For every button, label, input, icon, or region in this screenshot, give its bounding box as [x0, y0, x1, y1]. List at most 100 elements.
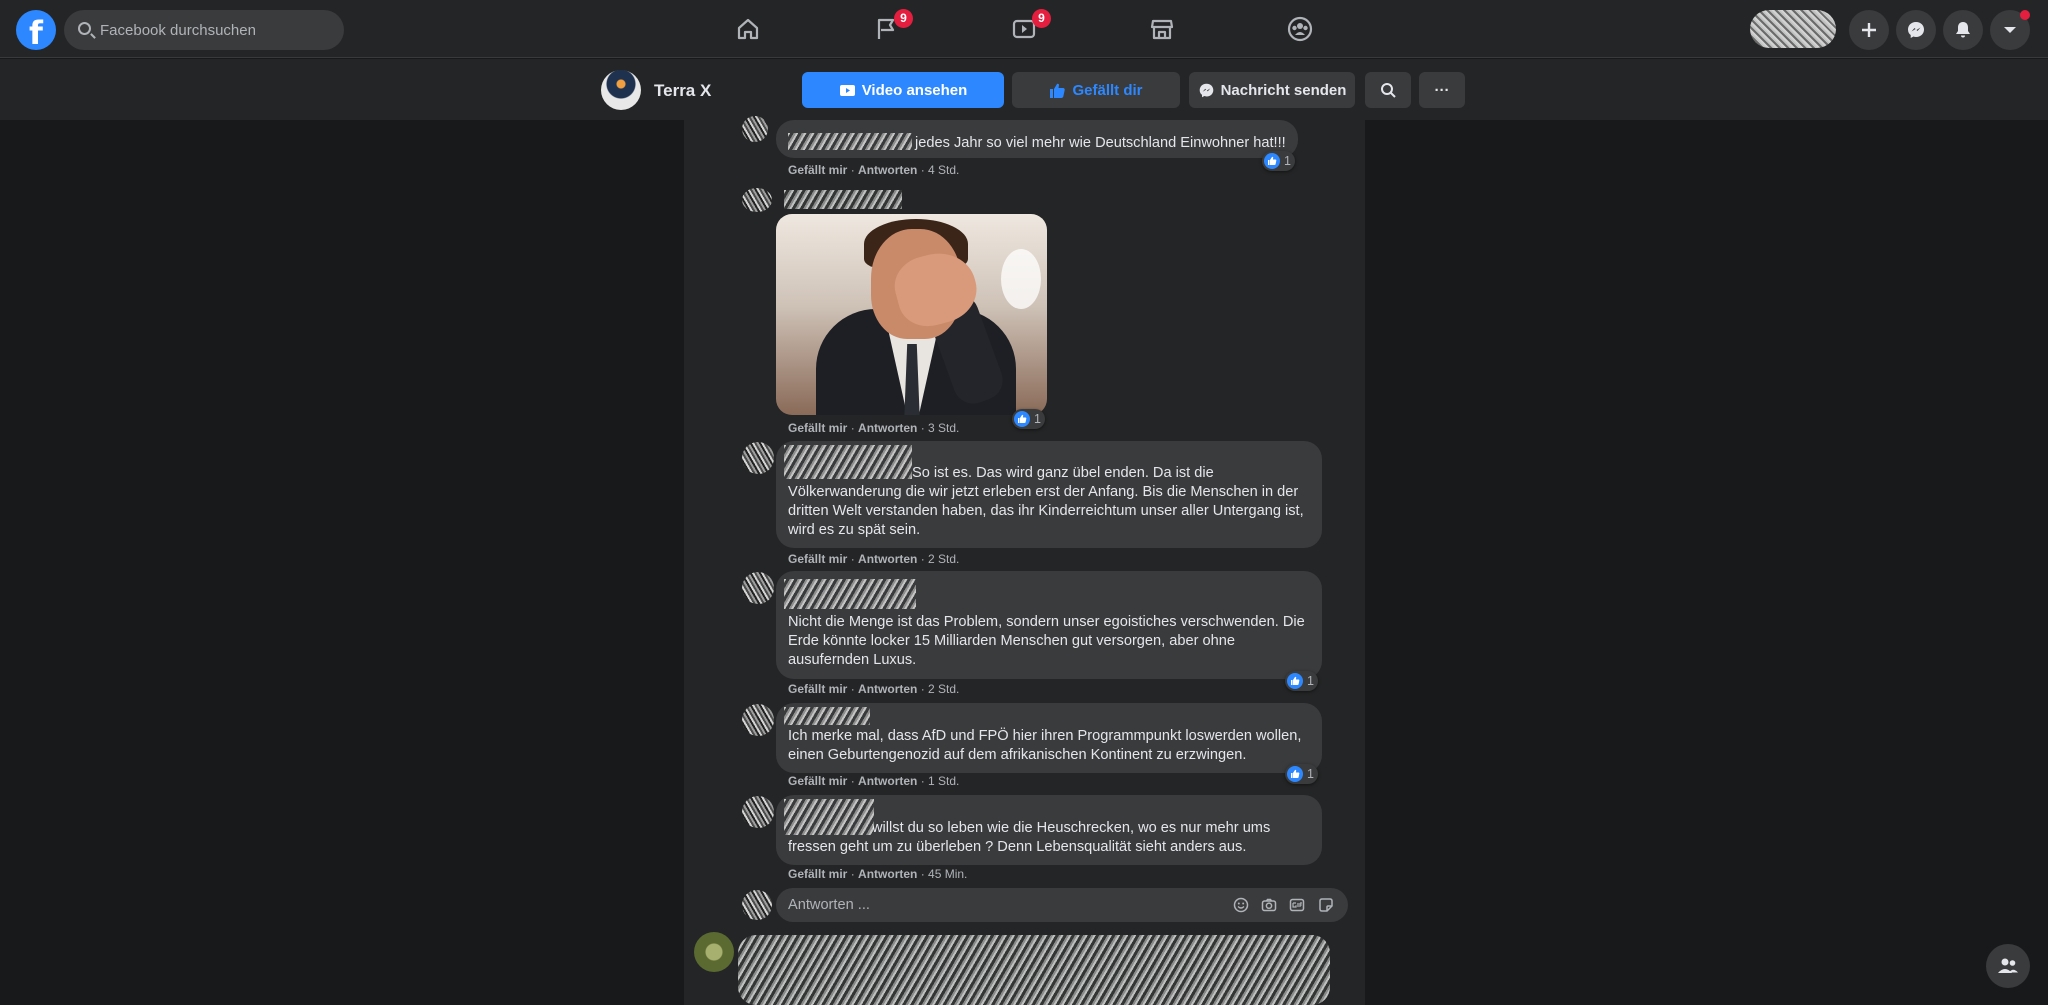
notification-dot: [2020, 10, 2030, 20]
facepalm-gif-image[interactable]: [776, 214, 1047, 415]
store-icon: [1150, 19, 1174, 40]
liked-label: Gefällt dir: [1072, 81, 1143, 99]
commenter-name-redacted[interactable]: [788, 133, 912, 150]
comment-avatar[interactable]: [742, 572, 774, 604]
profile-button-redacted[interactable]: [1750, 10, 1836, 48]
comment-actions: Gefällt mir · Antworten · 2 Std.: [788, 552, 960, 566]
comment-bubble: Nicht die Menge ist das Problem, sondern…: [776, 571, 1322, 679]
sticker-icon[interactable]: [1317, 896, 1335, 914]
redacted-comment: [738, 935, 1330, 1005]
page-search-button[interactable]: [1365, 72, 1411, 108]
like-link[interactable]: Gefällt mir: [788, 163, 847, 177]
reply-link[interactable]: Antworten: [858, 421, 917, 435]
like-link[interactable]: Gefällt mir: [788, 552, 847, 566]
comment-text: Ich merke mal, dass AfD und FPÖ hier ihr…: [788, 728, 1302, 763]
reply-link[interactable]: Antworten: [858, 774, 917, 788]
caret-down-icon: [2004, 27, 2016, 33]
comment-actions: Gefällt mir · Antworten · 2 Std.: [788, 682, 960, 696]
commenter-name-redacted[interactable]: [784, 579, 916, 609]
messenger-icon: [1199, 83, 1213, 97]
notifications-button[interactable]: [1943, 10, 1983, 50]
like-reaction-icon: [1287, 766, 1303, 782]
like-link[interactable]: Gefällt mir: [788, 774, 847, 788]
comment-time: · 45 Min.: [920, 867, 968, 881]
reaction-count[interactable]: 1: [1285, 671, 1318, 691]
reply-link[interactable]: Antworten: [858, 867, 917, 881]
comment-actions: Gefällt mir · Antworten · 3 Std.: [788, 421, 960, 435]
current-user-avatar[interactable]: [742, 890, 772, 920]
like-reaction-icon: [1264, 153, 1280, 169]
like-link[interactable]: Gefällt mir: [788, 421, 847, 435]
facebook-logo-icon[interactable]: f: [16, 10, 56, 50]
top-navigation-bar: f 9 9: [0, 0, 2048, 58]
groups-icon: [1287, 16, 1313, 42]
send-message-button[interactable]: Nachricht senden: [1189, 72, 1355, 108]
comment-actions: Gefällt mir · Antworten · 4 Std.: [788, 163, 960, 177]
comment-avatar[interactable]: [742, 188, 772, 212]
reaction-number: 1: [1307, 674, 1314, 688]
create-button[interactable]: [1849, 10, 1889, 50]
messenger-icon: [1908, 22, 1924, 38]
thumbs-up-icon: [1050, 83, 1066, 98]
more-dots-icon: ···: [1434, 81, 1450, 99]
comment-bubble: willst du so leben wie die Heuschrecken,…: [776, 795, 1322, 865]
page-avatar[interactable]: [601, 70, 641, 110]
reaction-count[interactable]: 1: [1012, 409, 1045, 429]
comment-time: · 4 Std.: [920, 163, 960, 177]
send-message-label: Nachricht senden: [1220, 81, 1347, 99]
reaction-number: 1: [1034, 412, 1041, 426]
camera-icon[interactable]: [1260, 896, 1278, 914]
reply-link[interactable]: Antworten: [858, 552, 917, 566]
nav-tab-pages[interactable]: 9: [830, 0, 942, 58]
gif-icon[interactable]: [1288, 896, 1306, 914]
comment-avatar[interactable]: [742, 442, 774, 474]
reaction-count[interactable]: 1: [1262, 151, 1295, 171]
more-options-button[interactable]: ···: [1419, 72, 1465, 108]
like-link[interactable]: Gefällt mir: [788, 682, 847, 696]
reaction-number: 1: [1284, 154, 1291, 168]
contacts-icon: [1998, 958, 2018, 973]
commenter-name-redacted[interactable]: [784, 445, 912, 479]
nav-tab-home[interactable]: [692, 0, 804, 58]
commenter-name-redacted[interactable]: [784, 707, 870, 725]
page-name[interactable]: Terra X: [654, 81, 711, 101]
comment-avatar[interactable]: [742, 796, 774, 828]
like-link[interactable]: Gefällt mir: [788, 867, 847, 881]
comment-text: jedes Jahr so viel mehr wie Deutschland …: [915, 135, 1286, 151]
comment-actions: Gefällt mir · Antworten · 1 Std.: [788, 774, 960, 788]
comment-time: · 2 Std.: [920, 682, 960, 696]
reply-link[interactable]: Antworten: [858, 163, 917, 177]
messenger-button[interactable]: [1896, 10, 1936, 50]
nav-tab-marketplace[interactable]: [1106, 0, 1218, 58]
reaction-number: 1: [1307, 767, 1314, 781]
comment-text: Nicht die Menge ist das Problem, sondern…: [788, 614, 1305, 668]
comment-bubble: Ich merke mal, dass AfD und FPÖ hier ihr…: [776, 703, 1322, 773]
search-input[interactable]: [100, 10, 330, 50]
nav-tab-groups[interactable]: [1244, 0, 1356, 58]
comment-avatar[interactable]: [742, 704, 774, 736]
watch-video-label: Video ansehen: [861, 81, 968, 99]
home-icon: [737, 18, 759, 40]
comment-time: · 1 Std.: [920, 774, 960, 788]
plus-icon: [1862, 23, 1876, 37]
commenter-name-redacted[interactable]: [784, 799, 874, 835]
reply-input[interactable]: [788, 888, 1208, 922]
reaction-count[interactable]: 1: [1285, 764, 1318, 784]
liked-button[interactable]: Gefällt dir: [1012, 72, 1180, 108]
search-bar[interactable]: [64, 10, 344, 50]
video-play-icon: [839, 84, 855, 96]
reply-link[interactable]: Antworten: [858, 682, 917, 696]
comment-avatar[interactable]: [742, 116, 768, 142]
watch-video-button[interactable]: Video ansehen: [802, 72, 1004, 108]
comment-time: · 2 Std.: [920, 552, 960, 566]
comment-bubble: jedes Jahr so viel mehr wie Deutschland …: [776, 120, 1298, 158]
watch-badge: 9: [1032, 9, 1051, 28]
commenter-name-redacted[interactable]: [784, 190, 902, 209]
nav-tab-watch[interactable]: 9: [968, 0, 1080, 58]
new-message-button[interactable]: [1986, 944, 2030, 988]
next-comment-avatar[interactable]: [694, 932, 734, 972]
comment-actions: Gefällt mir · Antworten · 45 Min.: [788, 867, 968, 881]
like-reaction-icon: [1287, 673, 1303, 689]
emoji-icon[interactable]: [1232, 896, 1250, 914]
reply-composer[interactable]: [776, 888, 1348, 922]
